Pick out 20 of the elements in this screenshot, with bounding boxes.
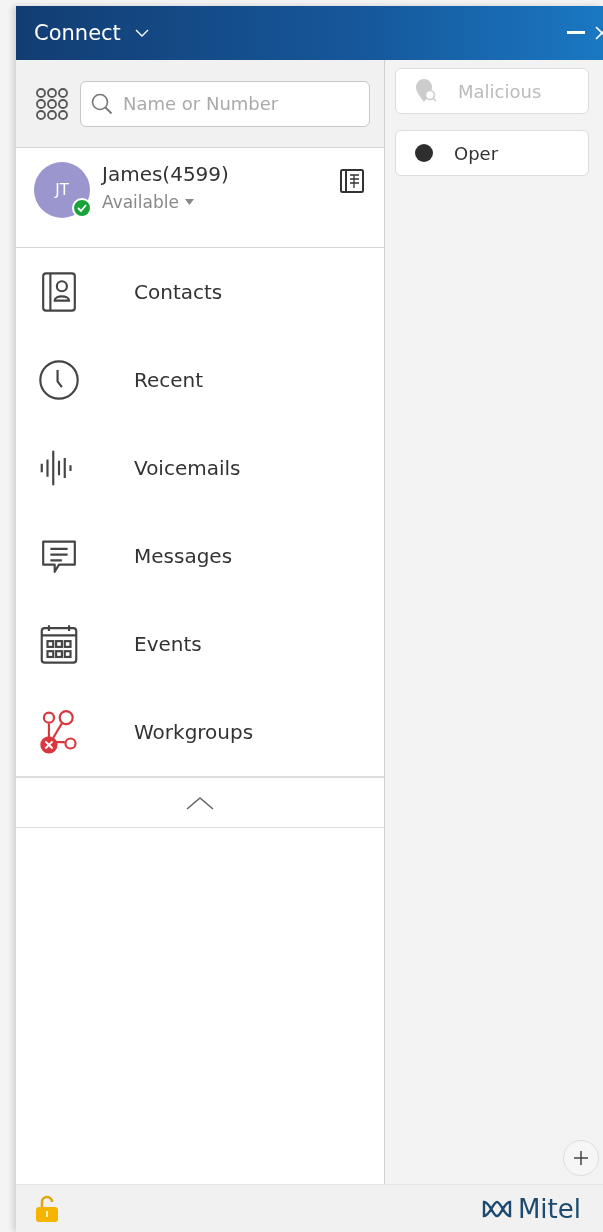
caret-icon: [184, 199, 194, 205]
avatar: JT: [34, 162, 90, 218]
dot-icon: [414, 143, 434, 163]
window-title: Connect: [34, 21, 121, 45]
add-button[interactable]: [563, 1140, 599, 1176]
operator-button[interactable]: Oper: [395, 130, 589, 176]
chevron-up-icon: [186, 795, 214, 810]
check-icon: [72, 198, 92, 218]
close-icon[interactable]: [595, 25, 603, 41]
desk-phone-icon[interactable]: [340, 168, 364, 194]
plus-icon: [573, 1150, 589, 1166]
clock-icon: [36, 357, 82, 403]
chevron-down-icon[interactable]: [134, 28, 149, 38]
dialpad-icon[interactable]: [36, 87, 68, 120]
user-name: James(4599): [102, 162, 229, 186]
brand-logo: Mitel: [481, 1193, 581, 1224]
search-field[interactable]: Name or Number: [80, 80, 370, 127]
location-pin-icon: [414, 78, 438, 104]
status-dropdown[interactable]: Available: [102, 192, 194, 212]
minimize-icon[interactable]: [567, 31, 585, 35]
